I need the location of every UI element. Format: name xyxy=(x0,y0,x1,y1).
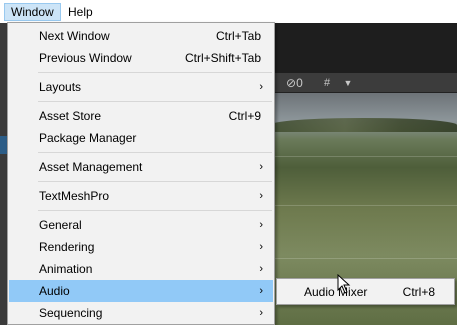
hidden-count: 0 xyxy=(296,76,303,90)
window-menu[interactable]: Window xyxy=(4,3,61,21)
menu-item-shortcut: Ctrl+Tab xyxy=(215,29,261,43)
menu-item-label: Asset Management xyxy=(39,160,143,174)
menu-separator xyxy=(38,210,272,211)
menu-item-label: Next Window xyxy=(39,29,110,43)
scene-grid-line xyxy=(270,258,457,259)
menu-separator xyxy=(38,72,272,73)
mouse-pointer-icon xyxy=(337,274,351,294)
submenu-arrow-icon: › xyxy=(259,307,263,319)
menu-item-layouts[interactable]: Layouts › xyxy=(9,76,273,98)
menu-item-label: Layouts xyxy=(39,80,82,94)
menu-item-audio-mixer[interactable]: Audio Mixer Ctrl+8 xyxy=(278,281,453,303)
submenu-arrow-icon: › xyxy=(259,241,263,253)
menu-item-animation[interactable]: Animation › xyxy=(9,258,273,280)
menu-item-label: Audio xyxy=(39,284,70,298)
submenu-arrow-icon: › xyxy=(259,161,263,173)
menu-item-asset-store[interactable]: Asset Store Ctrl+9 xyxy=(9,105,273,127)
menu-item-rendering[interactable]: Rendering › xyxy=(9,236,273,258)
grid-gizmo-icon[interactable]: # xyxy=(318,74,336,92)
menu-item-label: Asset Store xyxy=(39,109,102,123)
help-menu[interactable]: Help xyxy=(62,3,99,21)
menu-item-previous-window[interactable]: Previous Window Ctrl+Shift+Tab xyxy=(9,47,273,69)
menu-item-sequencing[interactable]: Sequencing › xyxy=(9,302,273,324)
menu-item-label: General xyxy=(39,218,82,232)
submenu-arrow-icon: › xyxy=(259,263,263,275)
menu-item-shortcut: Ctrl+Shift+Tab xyxy=(184,51,261,65)
window-dropdown-menu: Next Window Ctrl+Tab Previous Window Ctr… xyxy=(7,22,275,325)
menu-item-next-window[interactable]: Next Window Ctrl+Tab xyxy=(9,25,273,47)
menu-item-package-manager[interactable]: Package Manager xyxy=(9,127,273,149)
menu-item-general[interactable]: General › xyxy=(9,214,273,236)
submenu-arrow-icon: › xyxy=(259,219,263,231)
audio-submenu: Audio Mixer Ctrl+8 xyxy=(276,278,455,305)
menu-item-label: Animation xyxy=(39,262,93,276)
submenu-arrow-icon: › xyxy=(259,81,263,93)
menu-separator xyxy=(38,152,272,153)
menu-item-label: Previous Window xyxy=(39,51,132,65)
menu-separator xyxy=(38,181,272,182)
menu-item-audio[interactable]: Audio › xyxy=(9,280,273,302)
menu-item-shortcut: Ctrl+9 xyxy=(228,109,261,123)
menu-item-label: TextMeshPro xyxy=(39,189,110,203)
menu-item-label: Package Manager xyxy=(39,131,137,145)
hidden-eye-icon: ⊘ xyxy=(286,76,297,90)
scene-grid-line xyxy=(270,205,457,206)
scene-grid-line xyxy=(270,156,457,157)
scene-visibility-toggle[interactable]: ⊘0 xyxy=(286,74,303,92)
submenu-arrow-icon: › xyxy=(259,285,263,297)
menu-separator xyxy=(38,101,272,102)
scene-treeline xyxy=(270,118,457,132)
scene-tab-area xyxy=(270,23,457,73)
menu-item-textmeshpro[interactable]: TextMeshPro › xyxy=(9,185,273,207)
menu-item-label: Rendering xyxy=(39,240,95,254)
submenu-arrow-icon: › xyxy=(259,190,263,202)
menu-item-label: Sequencing xyxy=(39,306,103,320)
menu-item-shortcut: Ctrl+8 xyxy=(402,285,435,299)
menu-item-label: Audio Mixer xyxy=(304,285,368,299)
menu-bar: Window Help xyxy=(0,0,457,23)
menu-item-asset-management[interactable]: Asset Management › xyxy=(9,156,273,178)
caret-down-icon[interactable]: ▼ xyxy=(340,74,356,92)
